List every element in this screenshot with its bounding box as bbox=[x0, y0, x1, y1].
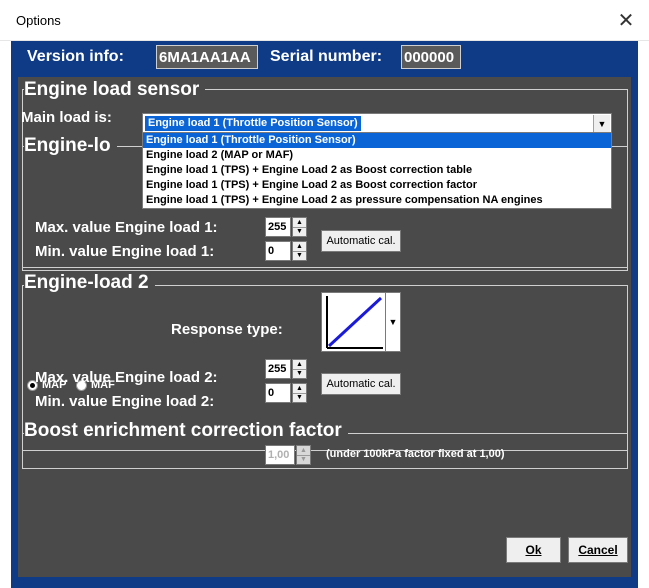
boost-title: Boost enrichment correction factor bbox=[24, 421, 348, 440]
spin-down-icon[interactable]: ▼ bbox=[293, 393, 306, 402]
dropdown-option[interactable]: Engine load 1 (Throttle Position Sensor) bbox=[143, 133, 611, 148]
serial-number-label: Serial number: bbox=[270, 48, 383, 65]
spin-down-icon[interactable]: ▼ bbox=[293, 369, 306, 378]
min-engine-load-1-value[interactable]: 0 bbox=[265, 241, 291, 261]
min-engine-load-1-label: Min. value Engine load 1: bbox=[35, 243, 215, 260]
options-dialog: Version info: 6MA1AA1AA Serial number: 0… bbox=[11, 41, 638, 588]
title-bar: Options ✕ bbox=[0, 0, 649, 41]
spin-down-icon[interactable]: ▼ bbox=[293, 251, 306, 260]
cancel-button[interactable]: Cancel bbox=[568, 537, 628, 563]
boost-factor-value[interactable]: 1,00 bbox=[265, 445, 295, 465]
ok-button[interactable]: Ok bbox=[506, 537, 561, 563]
spin-down-icon[interactable]: ▼ bbox=[297, 455, 310, 464]
max-engine-load-2-label: Max. value Engine load 2: bbox=[35, 369, 218, 386]
version-info-label: Version info: bbox=[27, 48, 124, 65]
main-load-select[interactable]: Engine load 1 (Throttle Position Sensor)… bbox=[142, 113, 612, 134]
max-engine-load-1-value[interactable]: 255 bbox=[265, 217, 291, 237]
max-engine-load-1-stepper[interactable]: 255 ▲ ▼ bbox=[265, 217, 309, 237]
auto-cal-engine-load-1-button[interactable]: Automatic cal. bbox=[321, 230, 401, 252]
engine-load-2-title: Engine-load 2 bbox=[24, 273, 155, 292]
engine-load-1-title: Engine-lo bbox=[24, 136, 117, 155]
min-engine-load-2-stepper[interactable]: 0 ▲ ▼ bbox=[265, 383, 309, 403]
engine-load-sensor-title: Engine load sensor bbox=[24, 80, 206, 99]
dropdown-option[interactable]: Engine load 1 (TPS) + Engine Load 2 as p… bbox=[143, 193, 611, 208]
cancel-button-label: Cancel bbox=[578, 543, 618, 557]
serial-number-value: 000000 bbox=[401, 45, 461, 69]
dropdown-option[interactable]: Engine load 1 (TPS) + Engine Load 2 as B… bbox=[143, 178, 611, 193]
close-icon[interactable]: ✕ bbox=[603, 0, 649, 40]
version-info-value: 6MA1AA1AA bbox=[156, 45, 258, 69]
main-load-selected: Engine load 1 (Throttle Position Sensor) bbox=[145, 116, 361, 131]
min-engine-load-1-stepper[interactable]: 0 ▲ ▼ bbox=[265, 241, 309, 261]
dropdown-option[interactable]: Engine load 2 (MAP or MAF) bbox=[143, 148, 611, 163]
min-engine-load-2-value[interactable]: 0 bbox=[265, 383, 291, 403]
max-engine-load-1-label: Max. value Engine load 1: bbox=[35, 219, 218, 236]
spin-down-icon[interactable]: ▼ bbox=[293, 227, 306, 236]
auto-cal-engine-load-2-button[interactable]: Automatic cal. bbox=[321, 373, 401, 395]
max-engine-load-2-value[interactable]: 255 bbox=[265, 359, 291, 379]
linear-response-icon bbox=[326, 296, 383, 349]
ok-button-label: Ok bbox=[525, 543, 542, 557]
max-engine-load-2-stepper[interactable]: 255 ▲ ▼ bbox=[265, 359, 309, 379]
dropdown-option[interactable]: Engine load 1 (TPS) + Engine Load 2 as B… bbox=[143, 163, 611, 178]
response-type-label: Response type: bbox=[171, 321, 283, 338]
boost-note: (under 100kPa factor fixed at 1,00) bbox=[326, 448, 505, 460]
response-type-selector[interactable]: ▼ bbox=[321, 292, 401, 352]
chevron-down-icon[interactable]: ▼ bbox=[593, 115, 610, 133]
main-load-dropdown: Engine load 1 (Throttle Position Sensor)… bbox=[142, 132, 612, 209]
boost-factor-stepper[interactable]: 1,00 ▲ ▼ bbox=[265, 445, 311, 465]
chevron-down-icon[interactable]: ▼ bbox=[385, 293, 400, 351]
window-title: Options bbox=[16, 13, 61, 28]
main-load-label: Main load is: bbox=[21, 109, 112, 126]
min-engine-load-2-label: Min. value Engine load 2: bbox=[35, 393, 215, 410]
